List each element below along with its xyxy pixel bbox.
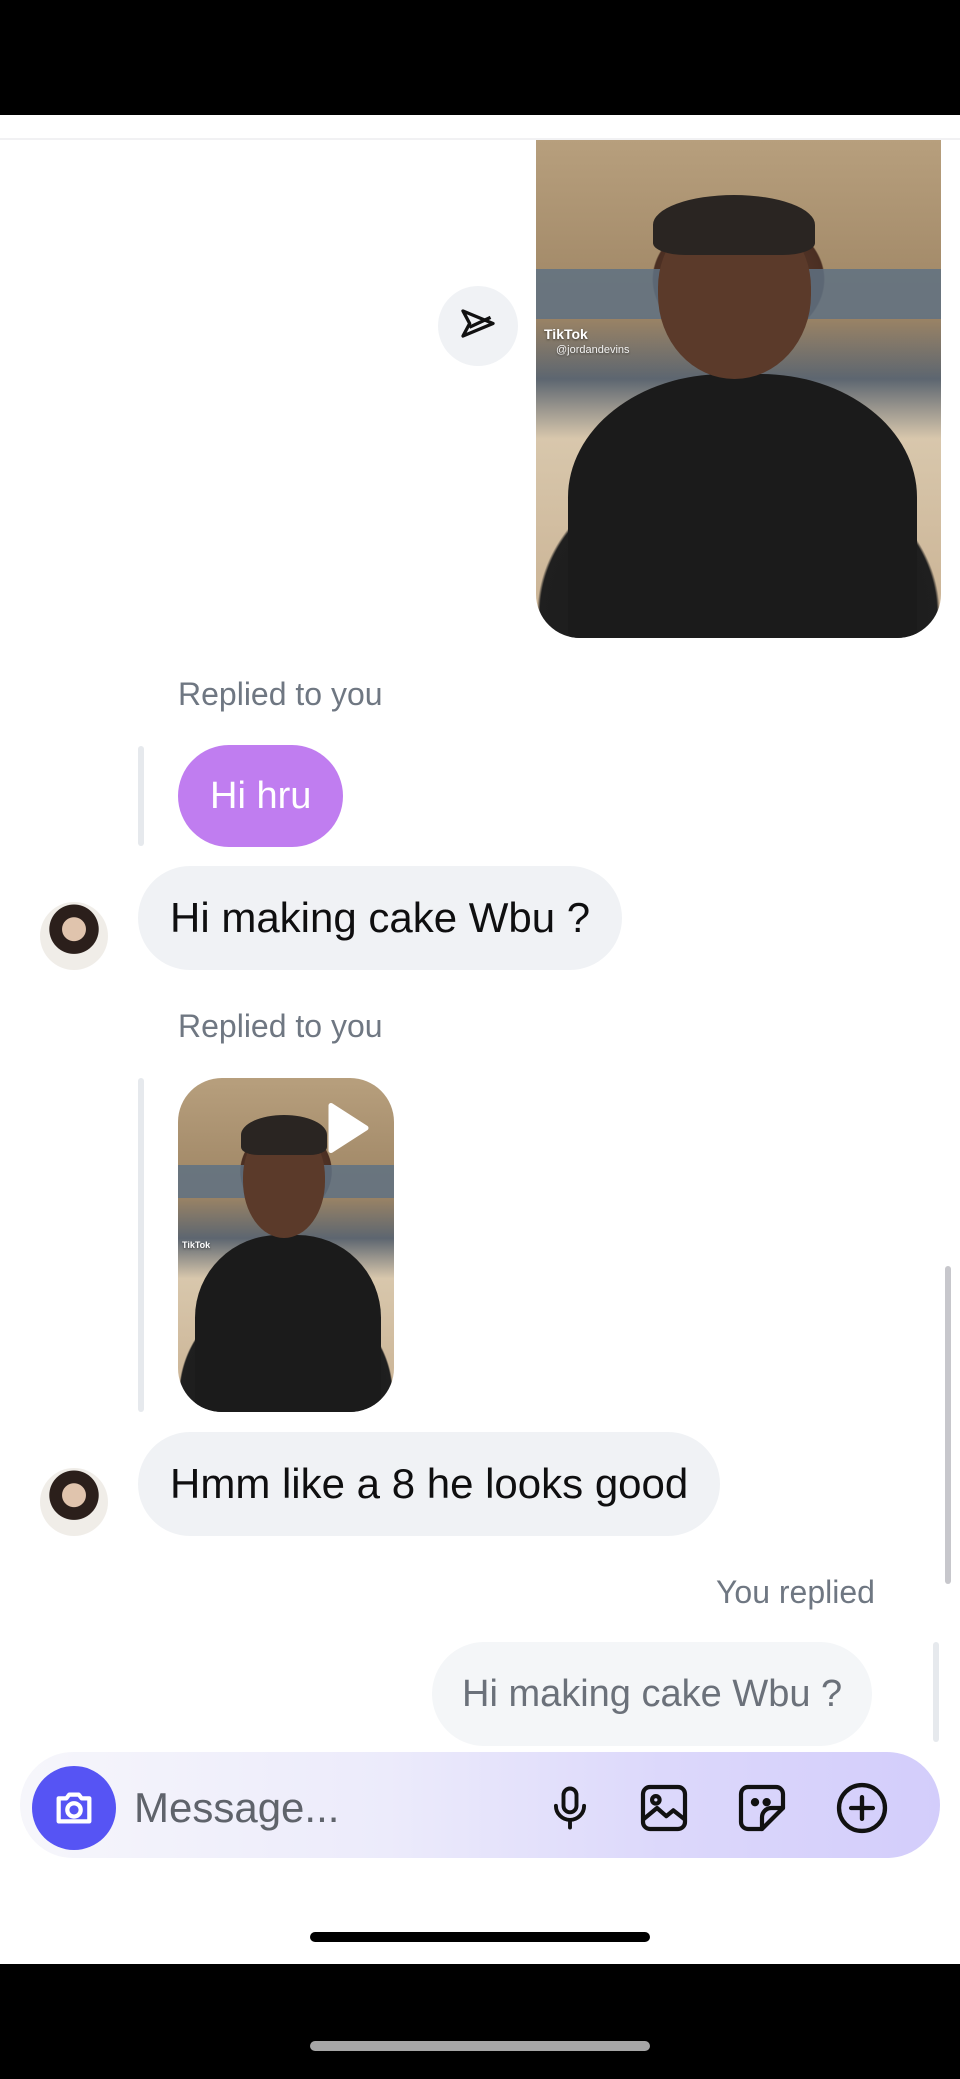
camera-button[interactable] <box>32 1766 116 1850</box>
message-text: Hmm like a 8 he looks good <box>170 1460 689 1507</box>
reply-context-label: Replied to you <box>178 676 383 712</box>
avatar[interactable] <box>40 902 108 970</box>
video-figure-body <box>195 1234 382 1412</box>
microphone-button[interactable] <box>540 1778 600 1838</box>
video-figure-body <box>568 374 917 638</box>
microphone-icon <box>553 1786 587 1830</box>
sticker-button[interactable] <box>732 1778 792 1838</box>
bottom-frame <box>0 1964 960 2079</box>
message-input[interactable] <box>134 1772 494 1844</box>
plus-icon <box>836 1782 888 1834</box>
send-paper-plane-icon <box>461 309 495 338</box>
tiktok-watermark: TikTok <box>182 1240 211 1250</box>
avatar[interactable] <box>40 1468 108 1536</box>
quoted-message-text: Hi hru <box>210 774 312 817</box>
more-button[interactable] <box>832 1778 892 1838</box>
reply-quote-bar <box>138 746 144 846</box>
reply-quote-bar <box>933 1642 939 1742</box>
reply-context-label: Replied to you <box>178 1008 383 1044</box>
quoted-message-bubble[interactable]: Hi making cake Wbu ? <box>432 1642 873 1746</box>
status-bar-area <box>0 0 960 115</box>
tiktok-watermark: TikTok <box>544 326 588 342</box>
reply-quote-bar <box>138 1078 144 1412</box>
tiktok-handle: @jordandevins <box>556 344 630 356</box>
incoming-message-bubble[interactable]: Hi making cake Wbu ? <box>138 866 623 970</box>
incoming-message-bubble[interactable]: Hmm like a 8 he looks good <box>138 1432 721 1536</box>
home-indicator-secondary <box>310 2041 650 2051</box>
video-figure-headwear <box>240 1114 328 1155</box>
gallery-button[interactable] <box>634 1778 694 1838</box>
quoted-message-bubble[interactable]: Hi hru <box>178 745 344 847</box>
share-button[interactable] <box>438 286 518 366</box>
quoted-video-thumbnail[interactable]: TikTok <box>178 1078 394 1412</box>
shared-video-thumbnail[interactable]: TikTok @jordandevins <box>536 140 941 638</box>
sticker-icon <box>738 1784 786 1832</box>
play-icon <box>328 1103 369 1153</box>
gallery-icon <box>640 1784 688 1832</box>
message-text: Hi making cake Wbu ? <box>170 894 591 941</box>
video-figure-headwear <box>653 194 816 255</box>
reply-context-label: You replied <box>716 1574 875 1610</box>
camera-icon <box>56 1792 92 1824</box>
home-indicator[interactable] <box>310 1932 650 1942</box>
quoted-message-text: Hi making cake Wbu ? <box>462 1672 843 1715</box>
scrollbar[interactable] <box>945 1266 951 1584</box>
